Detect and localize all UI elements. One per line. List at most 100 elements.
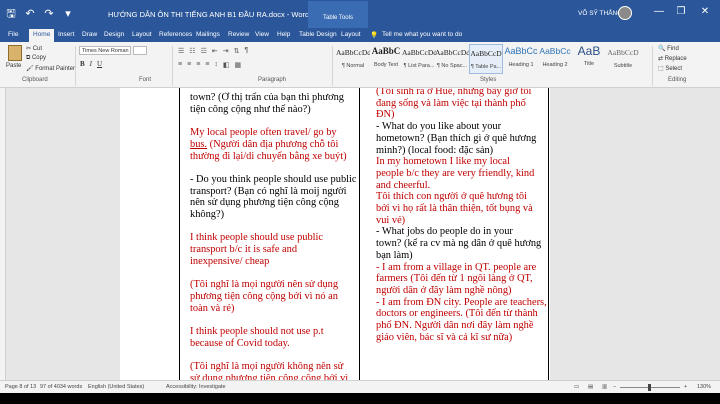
user-name[interactable]: VÕ SỸ THẮNG (578, 10, 622, 17)
document-line[interactable]: bus. (Người dân địa phương chỗ tôi (190, 139, 356, 151)
document-line[interactable]: mình?) (local food: đặc sản) (376, 145, 548, 157)
show-marks-icon[interactable]: ¶ (244, 47, 248, 55)
tab-home[interactable]: Home (29, 29, 55, 42)
tab-layout[interactable]: Layout (132, 31, 152, 38)
web-layout-icon[interactable]: ▥ (602, 384, 607, 390)
style-body-text[interactable]: AaBbC Body Text (369, 44, 403, 74)
tab-insert[interactable]: Insert (58, 31, 74, 38)
document-line[interactable]: đang sống và làm việc tại thành phố (376, 98, 548, 110)
page-count[interactable]: Page 8 of 13 (5, 384, 36, 390)
document-line[interactable]: transport? (Bạn có nghĩ là moij người (190, 186, 356, 198)
document-line[interactable]: tiện công cộng như thế nào?) (190, 104, 356, 116)
document-line[interactable]: and cheerful. (376, 180, 548, 192)
style-heading-2[interactable]: AaBbCc Heading 2 (538, 44, 572, 74)
user-avatar[interactable] (618, 6, 632, 20)
find-button[interactable]: 🔍 Find (658, 45, 679, 52)
document-line[interactable]: - What do you like about your (376, 121, 548, 133)
zoom-in-icon[interactable]: + (684, 384, 687, 390)
document-line[interactable] (190, 221, 356, 233)
document-line[interactable]: - Do you think people should use public (190, 174, 356, 186)
align-left-icon[interactable]: ≡ (178, 61, 182, 69)
tab-mailings[interactable]: Mailings (196, 31, 220, 38)
replace-button[interactable]: ⇄ Replace (658, 55, 687, 62)
document-line[interactable]: farmers (Tôi đến từ 1 ngôi làng ở QT, (376, 273, 548, 285)
document-line[interactable]: ĐN) (376, 109, 548, 121)
table-cell-right[interactable]: (Tôi sinh ra ở Huế, nhưng bây giờ tôi đan… (376, 88, 548, 380)
style-title[interactable]: AaB Title (572, 44, 606, 74)
document-line[interactable]: toàn và rẻ) (190, 303, 356, 315)
tab-help[interactable]: Help (277, 31, 290, 38)
document-line[interactable]: (Tôi nghĩ là mọi người nên sử dụng (190, 279, 356, 291)
align-center-icon[interactable]: ≡ (187, 61, 191, 69)
font-size-select[interactable] (133, 46, 147, 55)
document-line[interactable]: người dân ở đây làm nghề nông) (376, 285, 548, 297)
document-line[interactable]: In my hometown I like my local (376, 156, 548, 168)
document-line[interactable]: transport b/c it is safe and (190, 244, 356, 256)
table-column-divider[interactable] (359, 88, 360, 380)
document-line[interactable]: bạn làm) (376, 250, 548, 262)
document-line[interactable] (190, 349, 356, 361)
document-line[interactable] (190, 115, 356, 127)
minimize-icon[interactable]: — (652, 6, 666, 17)
tab-review[interactable]: Review (228, 31, 249, 38)
document-line[interactable]: people b/c they are very friendly, kind (376, 168, 548, 180)
document-page[interactable]: town? (Ở thị trấn của bạn thì phương tiện… (120, 88, 550, 380)
tab-references[interactable]: References (159, 31, 192, 38)
tab-design[interactable]: Design (104, 31, 124, 38)
document-line[interactable]: giáo viên, bác sĩ và cả kĩ sư nữa) (376, 332, 548, 344)
multilevel-list-icon[interactable]: ☲ (201, 47, 207, 55)
sort-icon[interactable]: ⇅ (234, 47, 240, 55)
select-button[interactable]: ⬚ Select (658, 65, 682, 72)
document-line[interactable]: nên sử dụng phương tiện công cộng (190, 197, 356, 209)
tell-me-search[interactable]: Tell me what you want to do (382, 31, 462, 38)
tab-table-design[interactable]: Table Design (299, 31, 337, 38)
document-line[interactable]: bởi vì họ rất là thân thiện, tốt bụng và (376, 203, 548, 215)
bold-button[interactable]: B (80, 60, 85, 68)
tab-table-layout[interactable]: Layout (341, 31, 361, 38)
document-area[interactable]: town? (Ở thị trấn của bạn thì phương tiện… (0, 88, 720, 380)
document-line[interactable] (190, 314, 356, 326)
document-line[interactable]: I think people should use public (190, 232, 356, 244)
italic-button[interactable]: I (90, 60, 92, 68)
document-line[interactable]: - What jobs do people do in your (376, 226, 548, 238)
line-spacing-icon[interactable]: ↕ (214, 61, 218, 69)
restore-icon[interactable]: ❐ (674, 6, 688, 17)
style-list-paragraph[interactable]: AaBbCcDd ¶ List Para... (402, 44, 436, 74)
document-line[interactable]: không?) (190, 209, 356, 221)
document-line[interactable]: (Tôi sinh ra ở Huế, nhưng bây giờ tôi (376, 88, 548, 98)
document-line[interactable]: sử dụng phương tiện công cộng bởi vì (190, 373, 356, 380)
copy-button[interactable]: ⧉ Copy (26, 55, 46, 62)
word-count[interactable]: 97 of 4034 words (40, 384, 82, 390)
save-icon[interactable]: 🖫 (5, 8, 17, 20)
borders-icon[interactable]: ▦ (235, 61, 242, 69)
document-line[interactable]: My local people often travel/ go by (190, 127, 356, 139)
document-line[interactable]: inexpensive/ cheap (190, 256, 356, 268)
document-line[interactable]: - I am from a village in QT. people are (376, 262, 548, 274)
tab-view[interactable]: View (255, 31, 269, 38)
style-no-spacing[interactable]: AaBbCcDd ¶ No Spac... (435, 44, 469, 74)
document-line[interactable]: phố ĐN. Người dân nơi đây làm nghề (376, 320, 548, 332)
document-line[interactable]: town? (Ở thị trấn của bạn thì phương (190, 92, 356, 104)
style-subtitle[interactable]: AaBbCcD Subtitle (606, 44, 640, 74)
document-line[interactable]: hometown? (Bạn thích gì ở quê hương (376, 133, 548, 145)
close-icon[interactable]: ✕ (698, 6, 712, 17)
document-table[interactable]: town? (Ở thị trấn của bạn thì phương tiện… (179, 88, 549, 380)
document-line[interactable] (190, 268, 356, 280)
zoom-level[interactable]: 130% (697, 384, 711, 390)
style-heading-1[interactable]: AaBbCc Heading 1 (504, 44, 538, 74)
format-painter-button[interactable]: 🖌 Format Painter (26, 65, 75, 72)
underline-button[interactable]: U (97, 60, 102, 68)
document-line[interactable]: doctors or engineers. (Tôi đến từ thành (376, 308, 548, 320)
document-line[interactable] (190, 162, 356, 174)
paste-icon[interactable] (8, 45, 22, 61)
cut-button[interactable]: ✂ Cut (26, 45, 42, 52)
font-name-select[interactable]: Times New Roman (79, 46, 131, 55)
zoom-out-icon[interactable]: − (613, 384, 616, 390)
align-right-icon[interactable]: ≡ (196, 61, 200, 69)
table-cell-left[interactable]: town? (Ở thị trấn của bạn thì phương tiện… (190, 92, 356, 380)
undo-icon[interactable]: ↶ (24, 8, 36, 20)
shading-icon[interactable]: ◧ (223, 61, 230, 69)
document-line[interactable]: (Tôi nghĩ là mọi người không nên sử (190, 361, 356, 373)
read-mode-icon[interactable]: ▭ (574, 384, 579, 390)
language-indicator[interactable]: English (United States) (88, 384, 144, 390)
